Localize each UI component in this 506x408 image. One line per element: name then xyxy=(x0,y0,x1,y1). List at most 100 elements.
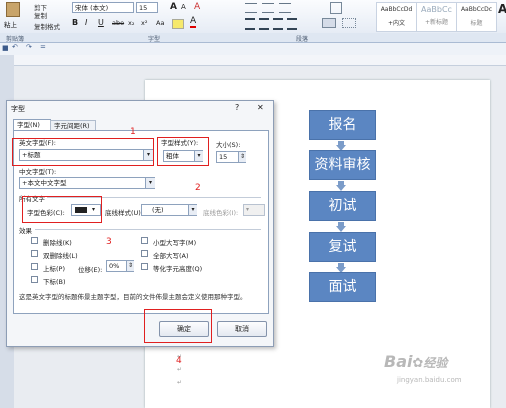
baidu-watermark-logo: Bai✿经验 xyxy=(384,352,447,371)
paste-button[interactable]: 粘上 xyxy=(2,2,24,30)
font-size-select[interactable]: 15 xyxy=(136,2,158,13)
close-icon[interactable]: ✕ xyxy=(257,103,264,112)
tab-character-spacing-label: 字元间距(R) xyxy=(54,122,90,130)
subscript-button[interactable]: x₂ xyxy=(128,19,134,27)
offset-label: 位移(E): xyxy=(78,266,103,274)
superscript-label: 上标(P) xyxy=(43,265,65,273)
underline-button[interactable]: U xyxy=(98,18,104,27)
undo-icon[interactable]: ↶ xyxy=(12,43,18,51)
asian-font-select[interactable]: +本文中文字型 xyxy=(19,177,155,189)
style-title-name: 标题 xyxy=(470,20,483,27)
watermark-url: jingyan.baidu.com xyxy=(397,376,462,384)
format-painter-button[interactable]: 复制格式 xyxy=(34,21,60,31)
change-case-button[interactable]: Aa xyxy=(156,19,164,27)
annotation-box-western-font xyxy=(12,138,154,166)
font-name-select[interactable]: 宋体 (本文) xyxy=(72,2,134,13)
underline-style-dropdown-icon[interactable]: ▾ xyxy=(188,205,197,215)
all-caps-checkbox[interactable] xyxy=(141,250,148,257)
asian-font-value: +本文中文字型 xyxy=(22,179,67,187)
equalize-height-label: 等化字元高度(Q) xyxy=(153,265,203,273)
strikethrough-button[interactable]: abe xyxy=(112,19,124,27)
font-size-spinner-icon[interactable]: ⇕ xyxy=(238,152,246,162)
paste-label: 粘上 xyxy=(4,21,17,29)
asian-font-label: 中文字型(T): xyxy=(19,168,57,176)
shading-icon[interactable] xyxy=(322,18,336,28)
annotation-4: 4 xyxy=(176,356,182,366)
align-center-icon[interactable] xyxy=(259,18,269,30)
borders-icon[interactable] xyxy=(342,18,356,28)
strikethrough-label: 删除线(K) xyxy=(43,239,72,247)
bullet-list-icon[interactable] xyxy=(245,3,257,13)
horizontal-ruler xyxy=(14,55,506,66)
underline-style-value: (无) xyxy=(152,206,164,214)
multilevel-list-icon[interactable] xyxy=(279,3,291,13)
redo-icon[interactable]: ↷ xyxy=(26,43,32,51)
font-size-label: 大小(S): xyxy=(216,141,241,149)
style-more[interactable]: A xyxy=(498,2,506,16)
cancel-button[interactable]: 取消 xyxy=(217,321,267,337)
annotation-1: 1 xyxy=(130,127,136,137)
annotation-box-font-color xyxy=(22,196,102,223)
strikethrough-checkbox[interactable] xyxy=(31,237,38,244)
annotation-3: 3 xyxy=(106,237,112,247)
shrink-font-button[interactable]: A xyxy=(181,3,186,11)
effects-separator xyxy=(35,229,261,230)
flow-step-2[interactable]: 资料审核 xyxy=(309,150,376,180)
flow-step-1[interactable]: 报名 xyxy=(309,110,376,140)
align-left-icon[interactable] xyxy=(245,18,255,30)
group-font-label: 字型 xyxy=(148,36,161,43)
double-strikethrough-checkbox[interactable] xyxy=(31,250,38,257)
underline-color-label: 底线色彩(I): xyxy=(203,209,239,217)
small-caps-checkbox[interactable] xyxy=(141,237,148,244)
small-caps-label: 小型大写字(M) xyxy=(153,239,197,247)
copy-button[interactable]: 复制 xyxy=(34,10,47,20)
underline-color-picker[interactable]: ▾ xyxy=(243,204,265,216)
ribbon-group-bar: 剪贴簿 字型 段落 xyxy=(0,33,506,43)
effects-label: 效果 xyxy=(19,227,32,235)
help-button[interactable]: ? xyxy=(235,103,239,112)
equalize-height-checkbox[interactable] xyxy=(141,263,148,270)
subscript-checkbox[interactable] xyxy=(31,276,38,283)
bold-button[interactable]: B xyxy=(72,18,78,27)
group-paragraph-label: 段落 xyxy=(296,36,309,43)
superscript-checkbox[interactable] xyxy=(31,263,38,270)
superscript-button[interactable]: x² xyxy=(141,19,147,27)
justify-icon[interactable] xyxy=(287,18,297,30)
style-heading1[interactable]: AaBbCc +新标题 xyxy=(416,2,457,32)
style-normal-sample: AaBbCcDd xyxy=(380,6,413,13)
style-heading1-name: +新标题 xyxy=(424,19,449,26)
highlight-icon[interactable] xyxy=(172,19,184,29)
italic-button[interactable]: I xyxy=(85,18,87,27)
style-normal-name: +内文 xyxy=(387,20,406,27)
flow-step-4[interactable]: 复试 xyxy=(309,232,376,262)
group-clipboard-label: 剪贴簿 xyxy=(6,36,25,43)
subscript-label: 下标(B) xyxy=(43,278,66,286)
annotation-box-font-style xyxy=(157,137,209,166)
font-description: 这是英文字型的标题佈景主题字型，目前的文件佈景主题会定义使用那种字型。 xyxy=(19,293,247,301)
grow-font-button[interactable]: A xyxy=(170,2,177,12)
clear-format-button[interactable]: A xyxy=(194,2,200,12)
style-normal[interactable]: AaBbCcDd +内文 xyxy=(376,2,417,32)
numbered-list-icon[interactable] xyxy=(262,3,274,13)
align-right-icon[interactable] xyxy=(273,18,283,30)
ribbon: 粘上 剪下 复制 复制格式 宋体 (本文) 15 A A A B I U abe… xyxy=(0,0,506,34)
annotation-box-ok xyxy=(144,309,212,343)
quick-access-toolbar: ■ ↶ ↷ = xyxy=(0,43,506,55)
customize-qat-icon[interactable]: = xyxy=(40,43,46,51)
style-title[interactable]: AaBbCcDc 标题 xyxy=(456,2,497,32)
watermark-brand: Bai xyxy=(384,352,413,371)
asian-font-dropdown-icon[interactable]: ▾ xyxy=(145,178,155,188)
save-icon[interactable]: ■ xyxy=(2,44,9,52)
flow-step-5[interactable]: 面试 xyxy=(309,272,376,302)
font-size-value: 15 xyxy=(219,153,228,161)
offset-spinner-icon[interactable]: ⇕ xyxy=(126,261,134,271)
all-caps-label: 全部大写(A) xyxy=(153,252,189,260)
paw-icon: ✿ xyxy=(412,356,424,371)
flow-step-3[interactable]: 初试 xyxy=(309,191,376,221)
dialog-title: 字型 xyxy=(11,105,25,113)
offset-value: 0% xyxy=(109,262,120,270)
sort-icon[interactable] xyxy=(330,2,342,14)
double-strikethrough-label: 双删除线(L) xyxy=(43,252,78,260)
font-color-button[interactable]: A xyxy=(190,17,197,28)
annotation-2: 2 xyxy=(195,183,201,193)
